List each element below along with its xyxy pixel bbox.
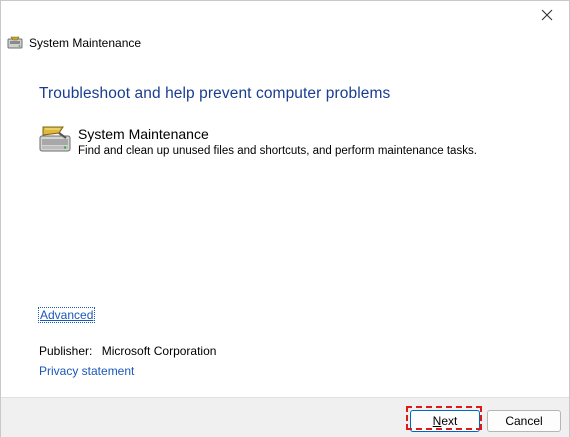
publisher-label: Publisher:	[39, 344, 93, 358]
window-title: System Maintenance	[29, 36, 142, 50]
page-heading: Troubleshoot and help prevent computer p…	[39, 85, 391, 102]
advanced-link[interactable]: Advanced	[37, 307, 96, 323]
maintenance-drive-icon	[39, 126, 71, 152]
cancel-button[interactable]: Cancel	[487, 410, 561, 432]
close-button[interactable]	[527, 3, 567, 27]
privacy-statement-link[interactable]: Privacy statement	[39, 364, 134, 378]
next-mnemonic: N	[432, 414, 442, 428]
app-icon	[7, 36, 23, 49]
task-description: Find and clean up unused files and short…	[78, 145, 477, 157]
task-title: System Maintenance	[78, 126, 209, 142]
publisher-info: Publisher: Microsoft Corporation	[39, 344, 216, 358]
title-bar: System Maintenance	[7, 36, 141, 50]
next-button[interactable]: Next	[410, 410, 480, 432]
close-icon	[541, 9, 553, 21]
troubleshooter-window: System Maintenance Troubleshoot and help…	[0, 0, 570, 437]
next-label-rest: ext	[441, 414, 458, 428]
troubleshooter-task[interactable]: System Maintenance Find and clean up unu…	[39, 125, 477, 159]
publisher-value: Microsoft Corporation	[101, 344, 217, 358]
footer-bar: Next Cancel	[1, 397, 569, 437]
